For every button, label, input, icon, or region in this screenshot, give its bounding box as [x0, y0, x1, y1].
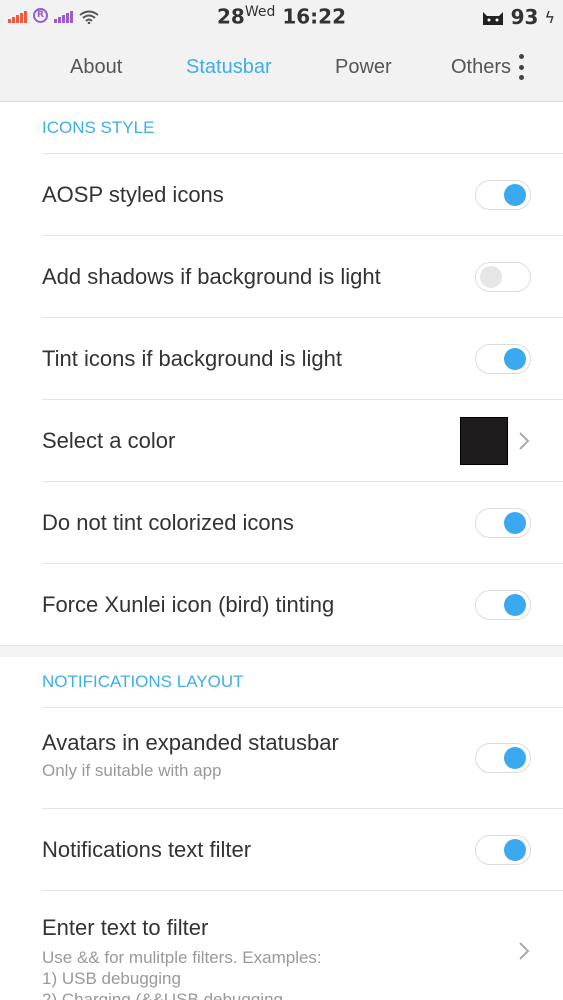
tab-bar: About Statusbar Power Others — [0, 34, 563, 102]
setting-title: Avatars in expanded statusbar — [42, 730, 339, 755]
status-right-icons: 93 ϟ — [481, 5, 555, 29]
tab-others[interactable]: Others — [451, 56, 511, 79]
add-shadows-toggle[interactable] — [475, 261, 531, 292]
no-tint-colorized-toggle[interactable] — [475, 507, 531, 538]
aosp-icons-toggle[interactable] — [475, 179, 531, 210]
settings-list: ICONS STYLE AOSP styled icons Add shadow… — [0, 103, 563, 1000]
setting-tint-icons[interactable]: Tint icons if background is light — [42, 317, 563, 399]
battery-level: 93 — [510, 5, 539, 29]
system-status-bar: R 28Wed 16:22 93 ϟ — [0, 0, 563, 34]
text-filter-toggle[interactable] — [475, 834, 531, 865]
setting-title: Tint icons if background is light — [42, 345, 342, 371]
setting-force-xunlei[interactable]: Force Xunlei icon (bird) tinting — [42, 563, 563, 645]
setting-title: Add shadows if background is light — [42, 263, 381, 289]
subtitle-line: 2) Charging (&&USB debugging — [42, 990, 283, 1000]
time: 16:22 — [282, 4, 346, 29]
section-divider — [0, 645, 563, 657]
tab-statusbar[interactable]: Statusbar — [186, 56, 272, 79]
avatars-toggle[interactable] — [475, 743, 531, 773]
charging-icon: ϟ — [544, 7, 555, 27]
setting-add-shadows[interactable]: Add shadows if background is light — [42, 235, 563, 317]
chevron-right-icon — [517, 431, 531, 451]
section-header-notifications-layout: NOTIFICATIONS LAYOUT — [42, 672, 244, 691]
setting-subtitle: Use && for mulitple filters. Examples: 1… — [42, 947, 322, 1000]
subtitle-line: Use && for mulitple filters. Examples: — [42, 948, 322, 967]
chevron-right-icon — [517, 941, 531, 961]
setting-title: AOSP styled icons — [42, 181, 224, 207]
day-name: Wed — [244, 4, 276, 20]
overflow-menu-icon[interactable] — [517, 54, 525, 80]
section-header-icons-style: ICONS STYLE — [42, 118, 155, 137]
color-swatch[interactable] — [460, 416, 508, 465]
tint-icons-toggle[interactable] — [475, 343, 531, 374]
clock: 28Wed 16:22 — [0, 4, 563, 29]
force-xunlei-toggle[interactable] — [475, 589, 531, 620]
setting-text-filter[interactable]: Notifications text filter — [42, 808, 563, 890]
setting-aosp-icons[interactable]: AOSP styled icons — [42, 153, 563, 235]
setting-title: Enter text to filter — [42, 915, 209, 940]
date-number: 28 — [216, 4, 245, 29]
setting-title: Do not tint colorized icons — [42, 509, 294, 535]
screen: R 28Wed 16:22 93 ϟ About Statusbar Power… — [0, 0, 563, 1000]
setting-select-color[interactable]: Select a color — [42, 399, 563, 481]
setting-title: Notifications text filter — [42, 836, 252, 862]
setting-enter-filter-text[interactable]: Enter text to filter Use && for mulitple… — [42, 890, 563, 1000]
setting-no-tint-colorized[interactable]: Do not tint colorized icons — [42, 481, 563, 563]
tab-power[interactable]: Power — [335, 56, 392, 79]
setting-avatars[interactable]: Avatars in expanded statusbar Only if su… — [42, 707, 563, 808]
cat-icon — [482, 12, 503, 25]
subtitle-line: 1) USB debugging — [42, 969, 181, 988]
setting-title: Force Xunlei icon (bird) tinting — [42, 591, 335, 617]
tab-about[interactable]: About — [70, 56, 122, 79]
setting-title: Select a color — [42, 427, 176, 453]
setting-subtitle: Only if suitable with app — [42, 761, 222, 780]
